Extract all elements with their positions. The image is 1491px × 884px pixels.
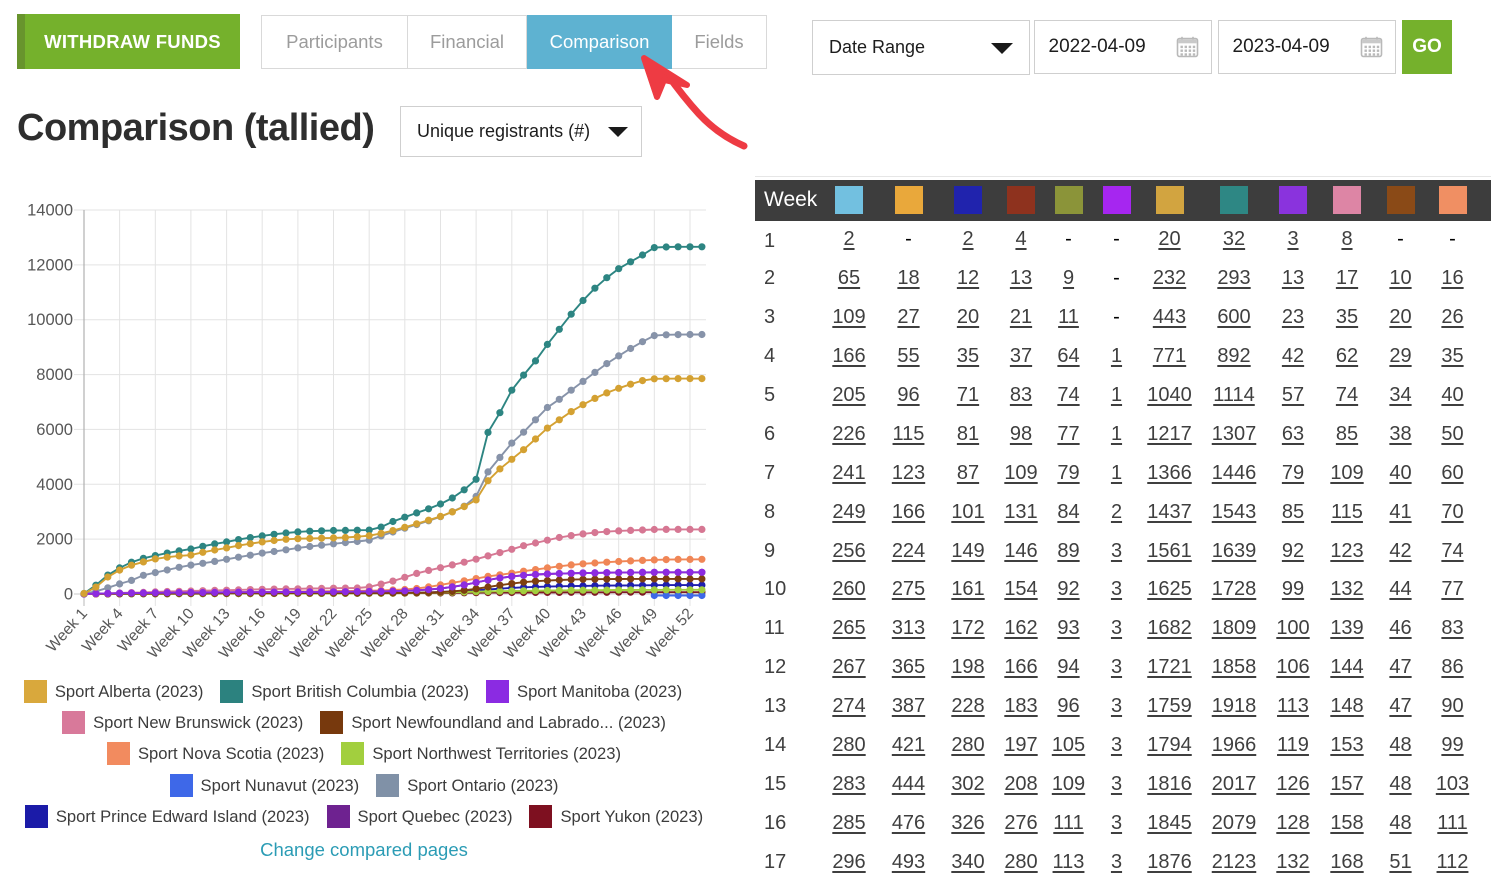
svg-text:10000: 10000 <box>27 311 73 329</box>
svg-text:4000: 4000 <box>36 476 73 494</box>
svg-text:6000: 6000 <box>36 421 73 439</box>
svg-text:0: 0 <box>64 586 73 604</box>
svg-text:12000: 12000 <box>27 256 73 274</box>
svg-text:8000: 8000 <box>36 366 73 384</box>
svg-text:14000: 14000 <box>27 202 73 220</box>
svg-text:2000: 2000 <box>36 531 73 549</box>
